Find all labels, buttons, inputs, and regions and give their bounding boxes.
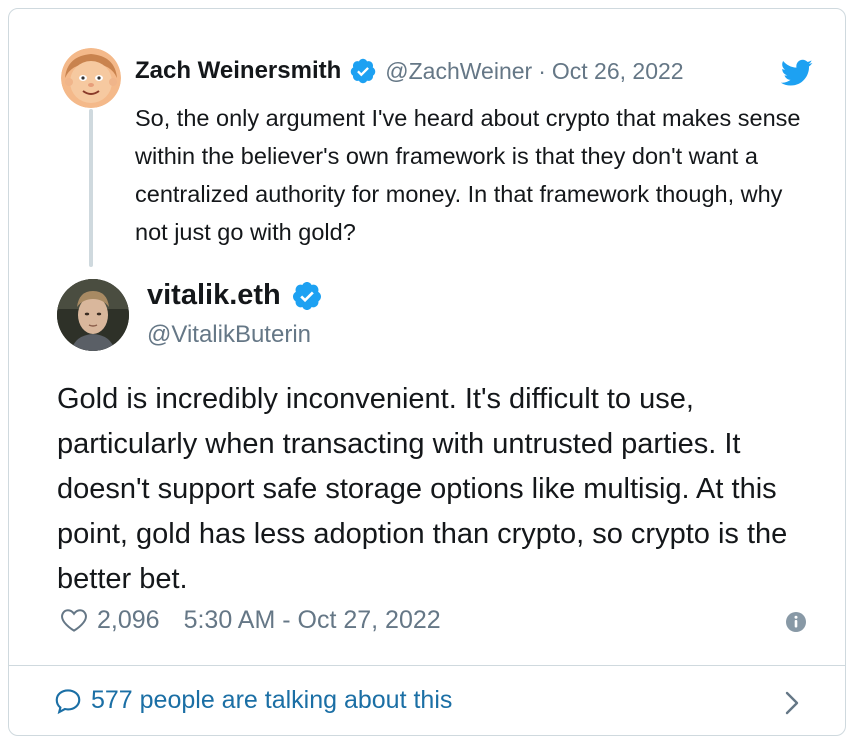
vitalik-avatar[interactable]	[57, 279, 129, 351]
like-count[interactable]: 2,096	[97, 606, 160, 635]
conversation-link[interactable]: 577 people are talking about this	[9, 666, 845, 735]
main-author-handle[interactable]: @VitalikButerin	[147, 321, 311, 349]
parent-tweet-header: Zach Weinersmith @ZachWeiner · Oct 26, 2…	[135, 57, 684, 85]
zach-avatar[interactable]	[61, 48, 121, 108]
verified-badge-icon	[349, 57, 377, 85]
tweet-timestamp[interactable]: 5:30 AM - Oct 27, 2022	[184, 606, 441, 635]
parent-tweet-date[interactable]: Oct 26, 2022	[552, 58, 684, 85]
heart-icon[interactable]	[59, 605, 89, 635]
header-separator: ·	[538, 57, 546, 84]
main-author-name[interactable]: vitalik.eth	[147, 279, 281, 312]
verified-badge-icon	[291, 280, 323, 312]
talking-about-text[interactable]: 577 people are talking about this	[91, 686, 452, 715]
parent-tweet-text: So, the only argument I've heard about c…	[135, 105, 801, 245]
speech-bubble-icon	[53, 686, 83, 716]
tweet-embed-card: Zach Weinersmith @ZachWeiner · Oct 26, 2…	[8, 8, 846, 736]
main-tweet-text: Gold is incredibly inconvenient. It's di…	[57, 383, 788, 595]
parent-author-name[interactable]: Zach Weinersmith	[135, 57, 341, 85]
parent-author-handle[interactable]: @ZachWeiner	[385, 58, 532, 85]
main-author-row: vitalik.eth	[147, 279, 323, 312]
chevron-right-icon[interactable]	[783, 690, 801, 716]
thread-connector-line	[89, 109, 93, 267]
twitter-bird-icon[interactable]	[780, 59, 813, 87]
info-icon[interactable]	[785, 611, 807, 633]
tweet-meta-row: 2,096 5:30 AM - Oct 27, 2022	[59, 605, 441, 635]
